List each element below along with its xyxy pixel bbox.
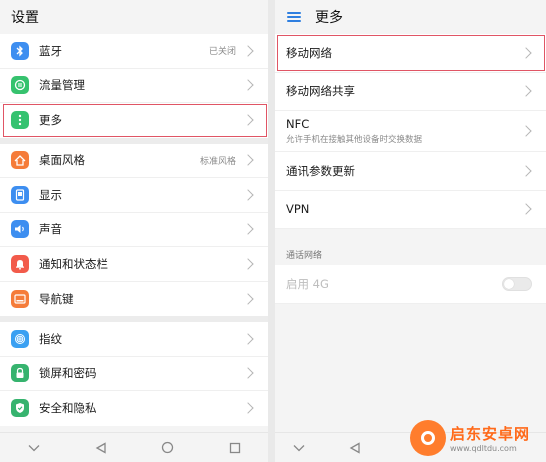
settings-item-value: 已关闭: [208, 47, 236, 58]
settings-item-label: 安全和隐私: [39, 401, 97, 416]
more-item-nfc[interactable]: NFC 允许手机在接触其他设备时交换数据: [275, 111, 546, 152]
watermark: 启东安卓网 www.qdltdu.com: [406, 414, 546, 462]
chevron-right-icon: [242, 333, 254, 345]
watermark-title: 启东安卓网: [450, 425, 531, 443]
collapse-down-icon[interactable]: [26, 440, 42, 456]
more-item-label: NFC: [286, 117, 310, 131]
header-bar: 更多: [275, 0, 546, 34]
more-item-subtitle: 允许手机在接触其他设备时交换数据: [286, 135, 423, 145]
chevron-right-icon: [520, 47, 532, 59]
settings-item-label: 流量管理: [39, 78, 85, 93]
settings-group-2: 桌面风格 标准风格 显示 声音 通知和状态栏 导航键: [0, 143, 268, 316]
section-header-calling-network: 通话网络: [275, 245, 546, 265]
settings-item-label: 显示: [39, 187, 62, 202]
more-item-label: 移动网络共享: [286, 84, 355, 99]
home-circle-icon[interactable]: [160, 440, 176, 456]
settings-item-more[interactable]: 更多: [0, 103, 268, 138]
chevron-right-icon: [242, 154, 254, 166]
settings-item-security-privacy[interactable]: 安全和隐私: [0, 391, 268, 426]
chevron-right-icon: [520, 125, 532, 137]
page-title: 更多: [315, 10, 343, 26]
settings-item-label: 蓝牙: [39, 43, 62, 58]
chevron-right-icon: [520, 165, 532, 177]
chevron-right-icon: [242, 293, 254, 305]
shield-icon: [11, 399, 29, 418]
settings-item-navigation-keys[interactable]: 导航键: [0, 281, 268, 316]
settings-item-bluetooth[interactable]: 蓝牙 已关闭: [0, 34, 268, 69]
settings-item-label: 声音: [39, 222, 62, 237]
chevron-right-icon: [520, 85, 532, 97]
settings-item-label: 更多: [39, 113, 62, 128]
chevron-right-icon: [242, 367, 254, 379]
enable-4g-label: 启用 4G: [286, 276, 329, 291]
home-icon: [11, 151, 29, 170]
settings-item-value: 标准风格: [199, 156, 236, 167]
sound-icon: [11, 220, 29, 239]
back-triangle-icon[interactable]: [347, 440, 363, 456]
nfc-text: NFC 允许手机在接触其他设备时交换数据: [286, 117, 522, 145]
settings-group-3: 指纹 锁屏和密码 安全和隐私: [0, 322, 268, 426]
calling-network-group: 启用 4G: [275, 265, 546, 304]
settings-item-label: 锁屏和密码: [39, 366, 97, 381]
navigation-key-icon: [11, 289, 29, 308]
settings-item-home-style[interactable]: 桌面风格 标准风格: [0, 143, 268, 178]
more-panel: 更多 移动网络 移动网络共享 NFC 允许手机在接触其他设备时交换数据 通讯参数…: [275, 0, 546, 462]
more-icon: [11, 111, 29, 130]
settings-item-label: 通知和状态栏: [39, 256, 108, 271]
watermark-url: www.qdltdu.com: [450, 444, 517, 453]
more-list: 移动网络 移动网络共享 NFC 允许手机在接触其他设备时交换数据 通讯参数更新 …: [275, 34, 546, 229]
chevron-right-icon: [242, 79, 254, 91]
chevron-right-icon: [520, 203, 532, 215]
bluetooth-icon: [11, 41, 29, 60]
settings-item-data-usage[interactable]: 流量管理: [0, 68, 268, 103]
more-item-label: 移动网络: [286, 45, 332, 60]
chevron-right-icon: [242, 114, 254, 126]
settings-item-label: 导航键: [39, 291, 74, 306]
chevron-right-icon: [242, 189, 254, 201]
more-item-tethering[interactable]: 移动网络共享: [275, 72, 546, 111]
more-item-vpn[interactable]: VPN: [275, 190, 546, 229]
display-icon: [11, 185, 29, 204]
recents-square-icon[interactable]: [227, 440, 243, 456]
settings-item-label: 桌面风格: [39, 153, 85, 168]
enable-4g-row: 启用 4G: [275, 265, 546, 304]
settings-item-lock-screen[interactable]: 锁屏和密码: [0, 356, 268, 391]
chevron-right-icon: [242, 223, 254, 235]
settings-group-1: 蓝牙 已关闭 流量管理 更多: [0, 34, 268, 138]
data-usage-icon: [11, 76, 29, 95]
settings-item-label: 指纹: [39, 331, 62, 346]
back-triangle-icon[interactable]: [93, 440, 109, 456]
chevron-right-icon: [242, 402, 254, 414]
enable-4g-toggle[interactable]: [502, 276, 532, 291]
notification-icon: [11, 254, 29, 273]
collapse-down-icon[interactable]: [291, 440, 307, 456]
settings-panel: 设置 蓝牙 已关闭 流量管理 更多 桌面风格 标准风格 显示 声音 通知和状态栏…: [0, 0, 268, 462]
more-item-mobile-network[interactable]: 移动网络: [275, 34, 546, 73]
settings-item-fingerprint[interactable]: 指纹: [0, 322, 268, 357]
lock-icon: [11, 364, 29, 383]
settings-item-sound[interactable]: 声音: [0, 212, 268, 247]
fingerprint-icon: [11, 329, 29, 348]
menu-icon[interactable]: [287, 12, 301, 22]
system-navigation-bar: [0, 432, 268, 462]
settings-item-notifications[interactable]: 通知和状态栏: [0, 247, 268, 282]
more-item-label: VPN: [286, 202, 310, 217]
watermark-logo-icon: [410, 420, 446, 456]
page-title: 设置: [0, 0, 268, 34]
more-item-carrier-update[interactable]: 通讯参数更新: [275, 152, 546, 191]
chevron-right-icon: [242, 45, 254, 57]
chevron-right-icon: [242, 258, 254, 270]
more-item-label: 通讯参数更新: [286, 163, 355, 178]
settings-item-display[interactable]: 显示: [0, 178, 268, 213]
